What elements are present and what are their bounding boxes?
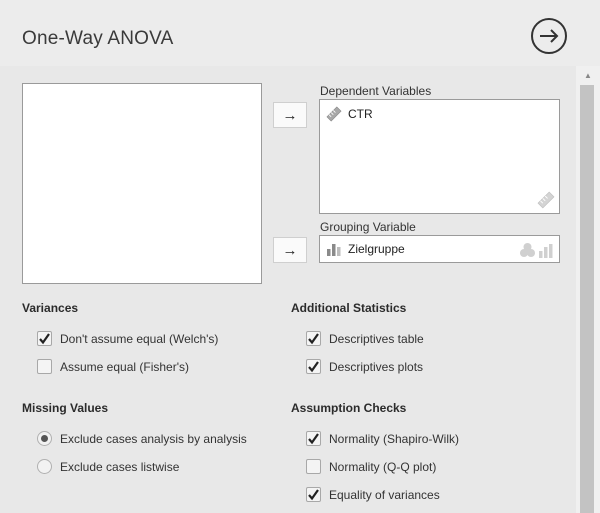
check-icon: [308, 489, 319, 501]
checkbox-checked[interactable]: [306, 331, 321, 346]
fisher-label: Assume equal (Fisher's): [60, 359, 189, 374]
checkbox-unchecked[interactable]: [37, 359, 52, 374]
scroll-thumb[interactable]: [580, 85, 594, 513]
arrow-circle-right-icon: [531, 18, 567, 54]
radio-unselected[interactable]: [37, 459, 52, 474]
additional-statistics-title: Additional Statistics: [291, 301, 407, 315]
header: One-Way ANOVA: [0, 0, 600, 66]
shapiro-wilk-label: Normality (Shapiro-Wilk): [329, 431, 460, 446]
exclude-listwise-label: Exclude cases listwise: [60, 459, 180, 474]
check-icon: [39, 333, 50, 345]
dependent-variables-label: Dependent Variables: [320, 84, 432, 98]
qq-plot-label: Normality (Q-Q plot): [329, 459, 437, 474]
grouping-variable-name: Zielgruppe: [348, 242, 405, 256]
check-icon: [308, 361, 319, 373]
nominal-ordinal-icon: [520, 243, 553, 258]
dependent-variables-box[interactable]: CTR: [319, 99, 560, 214]
descriptives-table-label: Descriptives table: [329, 331, 424, 346]
arrow-right-icon: →: [282, 106, 298, 124]
welch-checkbox[interactable]: Don't assume equal (Welch's): [37, 331, 218, 346]
checkbox-unchecked[interactable]: [306, 459, 321, 474]
dependent-variable-item[interactable]: CTR: [326, 106, 373, 122]
arrow-right-icon: →: [282, 241, 298, 259]
dependent-variable-name: CTR: [348, 107, 373, 121]
page-title: One-Way ANOVA: [22, 28, 174, 49]
shapiro-wilk-checkbox[interactable]: Normality (Shapiro-Wilk): [306, 431, 459, 446]
grouping-variable-label: Grouping Variable: [320, 220, 416, 234]
source-variable-list[interactable]: [22, 83, 262, 284]
welch-label: Don't assume equal (Welch's): [60, 331, 219, 346]
equality-variances-label: Equality of variances: [329, 487, 440, 502]
equality-variances-checkbox[interactable]: Equality of variances: [306, 487, 440, 502]
radio-selected[interactable]: [37, 431, 52, 446]
checkbox-checked[interactable]: [37, 331, 52, 346]
grouping-variable-item[interactable]: Zielgruppe: [326, 242, 405, 256]
variances-title: Variances: [22, 301, 79, 315]
checkbox-checked[interactable]: [306, 431, 321, 446]
ruler-icon: [537, 191, 555, 209]
descriptives-plots-label: Descriptives plots: [329, 359, 424, 374]
bar-chart-icon: [327, 244, 341, 256]
scroll-up-icon[interactable]: ▲: [576, 66, 600, 84]
exclude-listwise-radio[interactable]: Exclude cases listwise: [37, 459, 179, 474]
grouping-variable-box[interactable]: Zielgruppe: [319, 235, 560, 263]
checkbox-checked[interactable]: [306, 359, 321, 374]
run-button[interactable]: [530, 17, 568, 55]
fisher-checkbox[interactable]: Assume equal (Fisher's): [37, 359, 189, 374]
exclude-analysis-label: Exclude cases analysis by analysis: [60, 431, 247, 446]
exclude-analysis-radio[interactable]: Exclude cases analysis by analysis: [37, 431, 247, 446]
assumption-checks-title: Assumption Checks: [291, 401, 407, 415]
checkbox-checked[interactable]: [306, 487, 321, 502]
qq-plot-checkbox[interactable]: Normality (Q-Q plot): [306, 459, 436, 474]
check-icon: [308, 333, 319, 345]
radio-dot: [41, 435, 48, 442]
assign-grouping-button[interactable]: →: [273, 237, 307, 263]
descriptives-table-checkbox[interactable]: Descriptives table: [306, 331, 424, 346]
check-icon: [308, 433, 319, 445]
scrollbar[interactable]: ▲: [576, 66, 600, 513]
ruler-icon: [326, 106, 342, 122]
assign-dependent-button[interactable]: →: [273, 102, 307, 128]
missing-values-title: Missing Values: [22, 401, 109, 415]
descriptives-plots-checkbox[interactable]: Descriptives plots: [306, 359, 423, 374]
